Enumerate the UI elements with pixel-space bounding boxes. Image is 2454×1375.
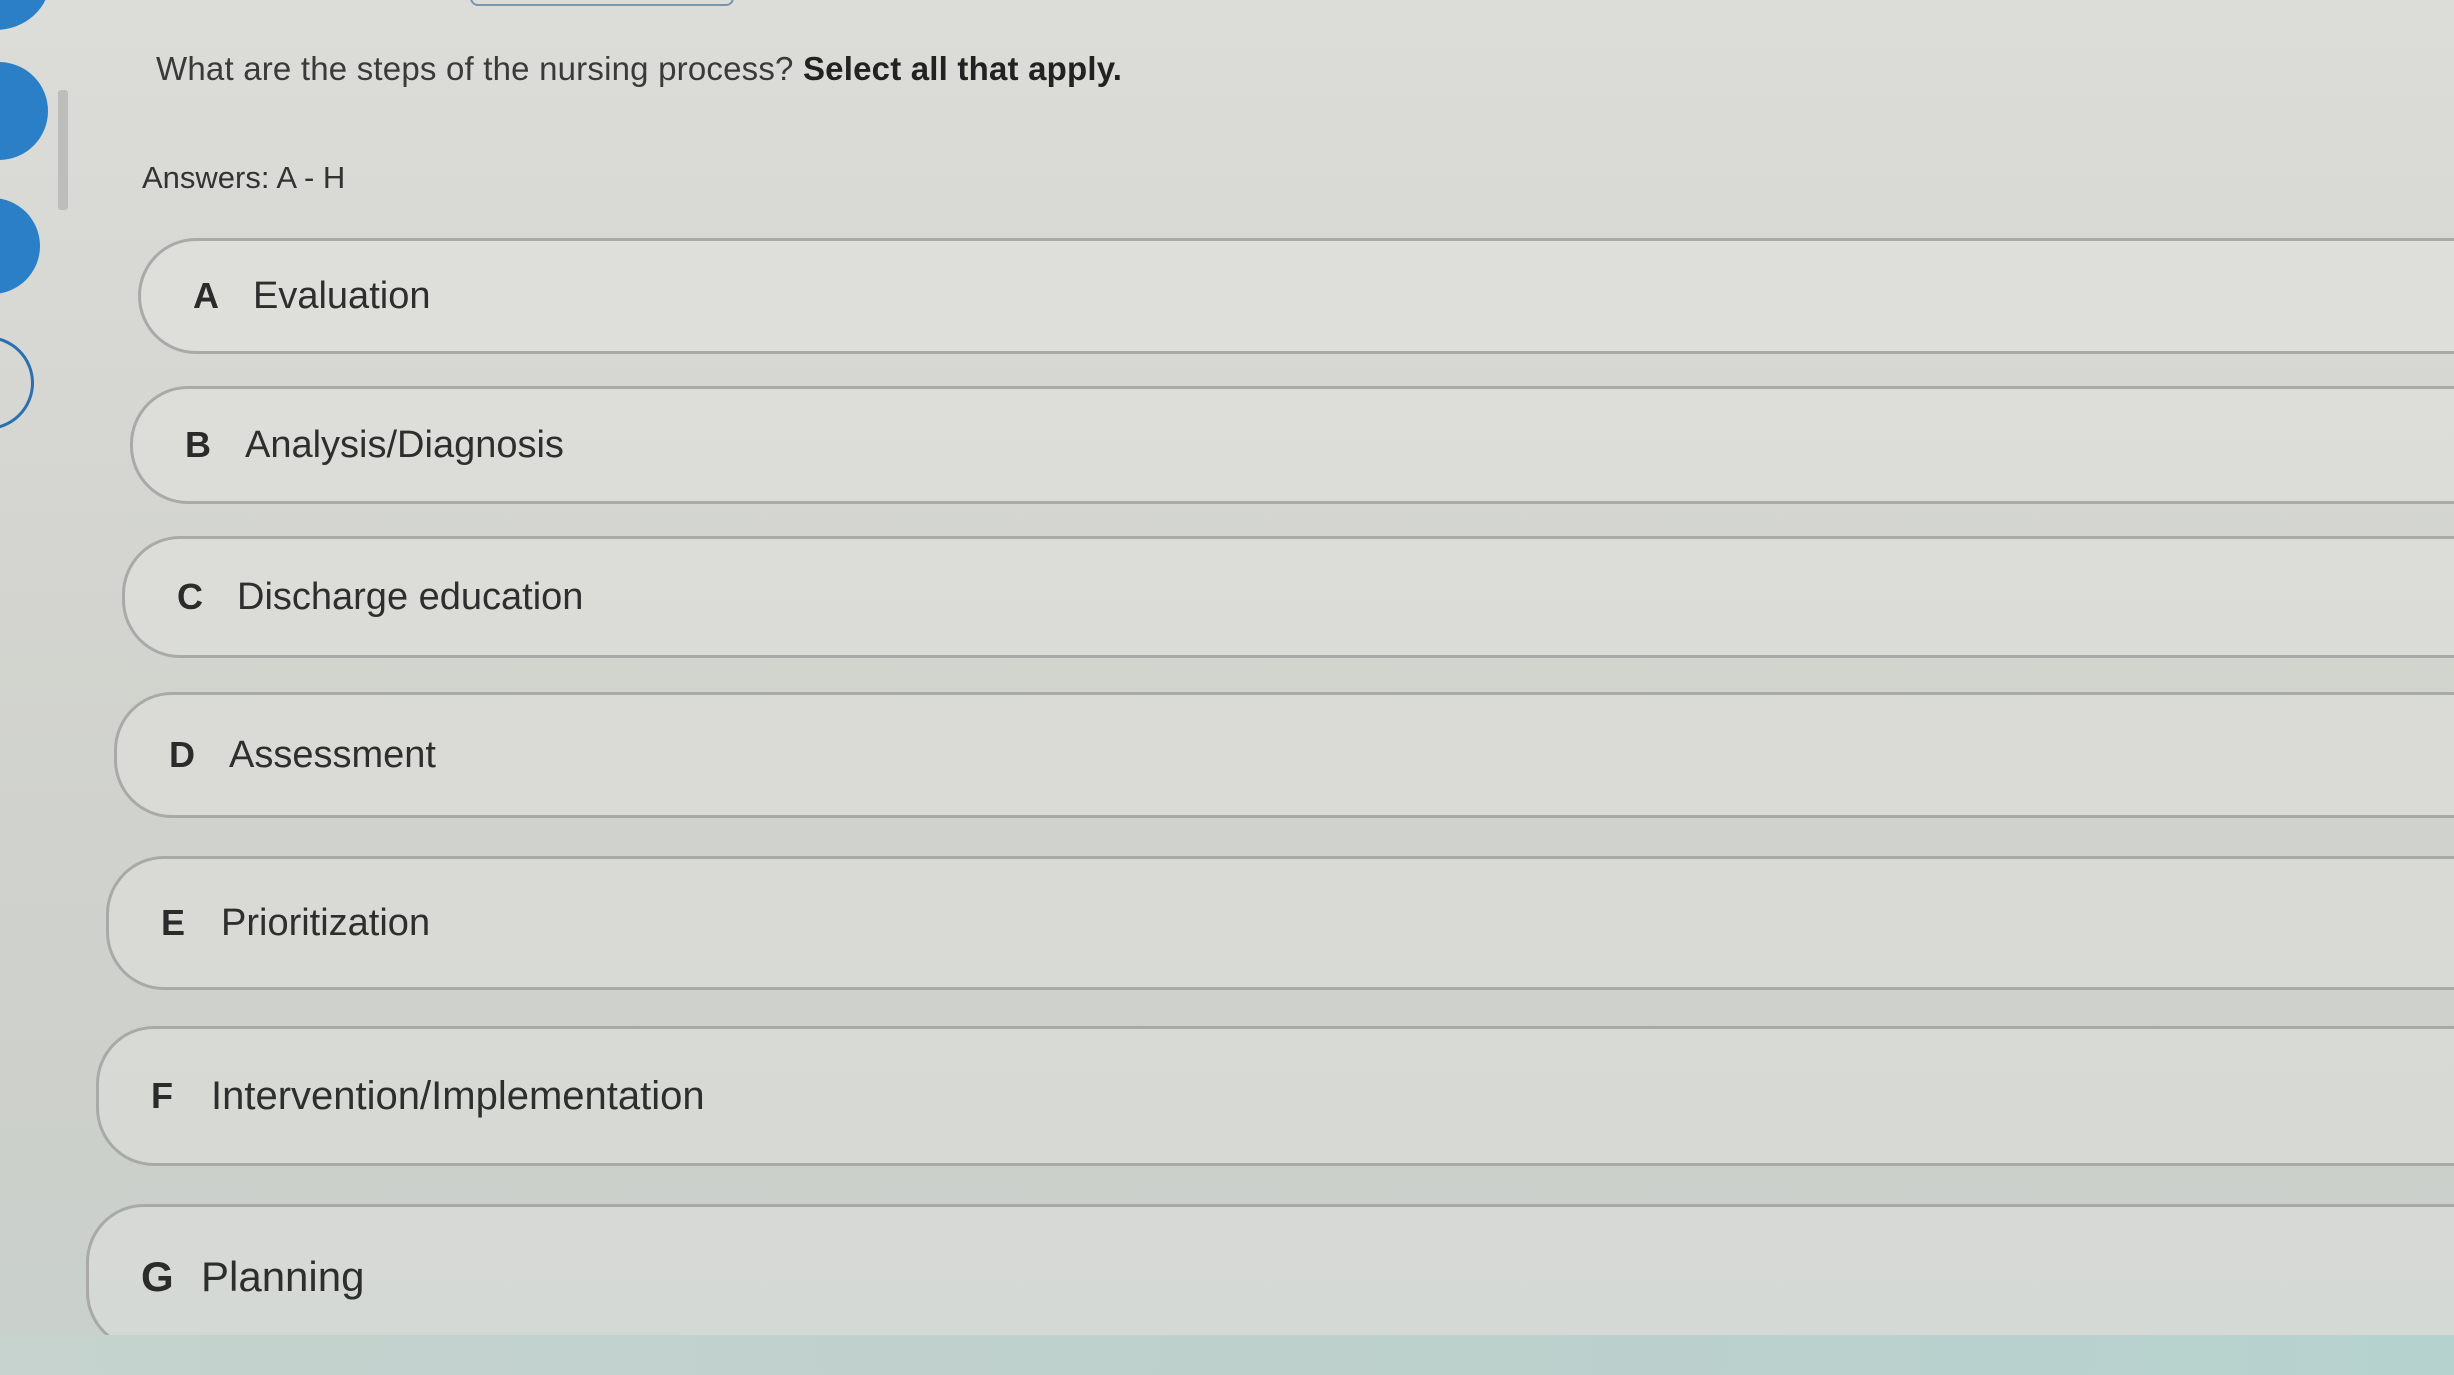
question-text: What are the steps of the nursing proces…: [156, 50, 1122, 88]
answer-option-f[interactable]: F Intervention/Implementation: [96, 1026, 2454, 1166]
option-label: Intervention/Implementation: [211, 1073, 705, 1118]
option-letter: E: [161, 902, 186, 943]
answer-option-e[interactable]: E Prioritization: [106, 856, 2454, 990]
option-label: Analysis/Diagnosis: [245, 423, 564, 466]
bottom-edge: [0, 1335, 2454, 1375]
option-label: Evaluation: [253, 274, 431, 317]
filled-circle-icon[interactable]: [0, 0, 50, 30]
option-letter: A: [193, 275, 219, 316]
option-letter: F: [151, 1075, 173, 1116]
option-label: Prioritization: [221, 901, 431, 944]
question-nav-rail: [0, 0, 80, 1375]
option-label: Planning: [201, 1253, 365, 1300]
answer-option-b[interactable]: B Analysis/Diagnosis: [130, 386, 2454, 504]
scrollbar-thumb[interactable]: [58, 90, 68, 210]
option-letter: B: [185, 424, 211, 465]
option-label: Assessment: [229, 733, 436, 776]
question-instruction: Select all that apply.: [802, 50, 1123, 87]
answer-option-g[interactable]: G Planning: [86, 1204, 2454, 1350]
filled-circle-icon[interactable]: [0, 62, 48, 160]
option-letter: D: [169, 734, 195, 775]
circle-outline-icon[interactable]: [0, 336, 34, 430]
option-letter: G: [141, 1253, 174, 1300]
filled-circle-icon[interactable]: [0, 198, 40, 294]
answers-hint: Answers: A - H: [142, 160, 346, 195]
option-label: Discharge education: [237, 575, 584, 618]
option-letter: C: [177, 576, 203, 617]
answer-option-a[interactable]: A Evaluation: [138, 238, 2454, 354]
answer-option-c[interactable]: C Discharge education: [122, 536, 2454, 658]
top-tab-indicator: [470, 0, 734, 6]
question-prefix: What are the steps of the nursing proces…: [156, 50, 794, 87]
answer-option-d[interactable]: D Assessment: [114, 692, 2454, 818]
